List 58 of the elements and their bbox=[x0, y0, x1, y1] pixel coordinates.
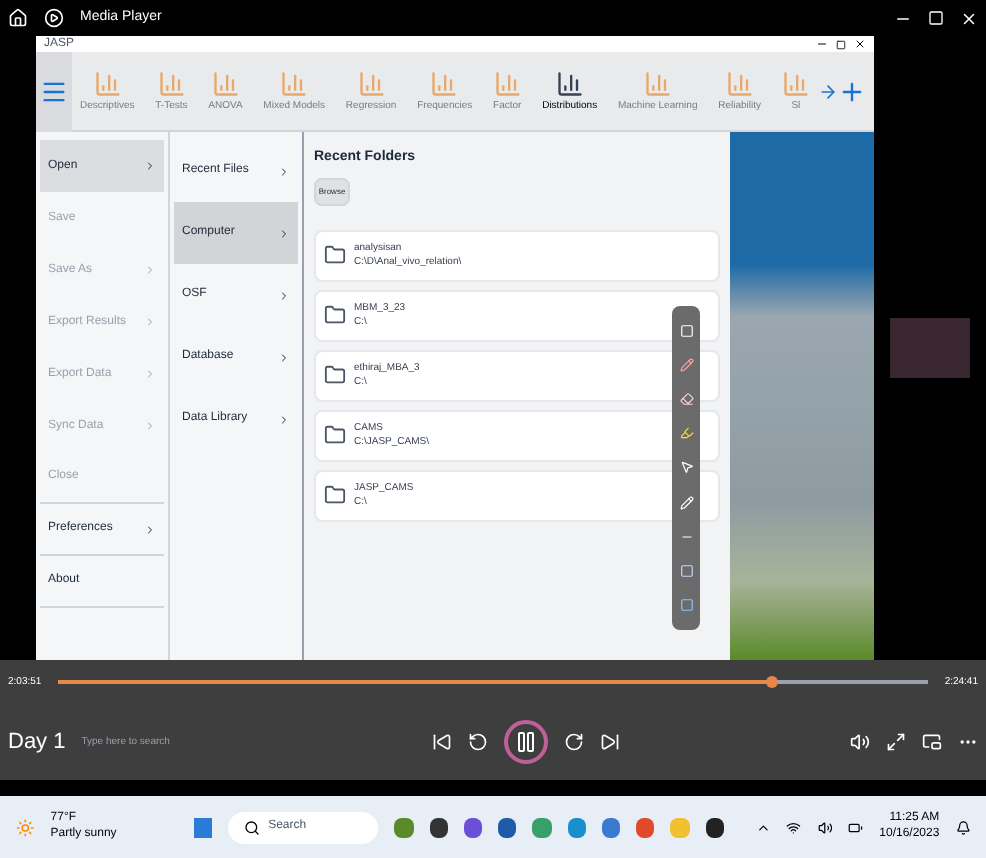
folder-icon bbox=[324, 304, 346, 326]
chart-icon bbox=[781, 70, 810, 98]
folder-icon bbox=[324, 244, 346, 266]
pause-icon bbox=[513, 730, 538, 755]
chart-icon bbox=[555, 70, 584, 98]
highlighter-icon[interactable] bbox=[679, 426, 693, 441]
volume-icon[interactable] bbox=[850, 732, 870, 753]
chevron-right-icon bbox=[278, 165, 290, 177]
previous-icon[interactable] bbox=[431, 732, 452, 753]
forward-icon[interactable] bbox=[563, 732, 584, 753]
arrow-right-icon[interactable] bbox=[818, 81, 838, 101]
chevron-up-icon[interactable] bbox=[756, 819, 771, 835]
chevron-right-icon bbox=[278, 351, 290, 363]
screen-icon[interactable] bbox=[679, 597, 693, 612]
pointer-icon[interactable] bbox=[679, 460, 693, 475]
battery-icon[interactable] bbox=[848, 819, 864, 835]
pen-icon[interactable] bbox=[679, 358, 693, 373]
chart-icon bbox=[643, 70, 672, 98]
chart-icon bbox=[157, 70, 186, 98]
next-icon[interactable] bbox=[599, 732, 620, 753]
home-icon[interactable] bbox=[8, 8, 28, 28]
chevron-right-icon bbox=[278, 289, 290, 301]
notification-icon[interactable] bbox=[955, 819, 971, 835]
square-icon[interactable] bbox=[679, 324, 693, 339]
close-icon[interactable] bbox=[854, 38, 866, 50]
chart-icon bbox=[725, 70, 754, 98]
folder-icon bbox=[324, 484, 346, 506]
chart-icon bbox=[280, 70, 309, 98]
folder-icon bbox=[324, 364, 346, 386]
seek-thumb[interactable] bbox=[765, 676, 778, 689]
chart-icon bbox=[357, 70, 386, 98]
folder-icon bbox=[324, 424, 346, 446]
player-logo-icon bbox=[44, 8, 64, 28]
volume-icon[interactable] bbox=[817, 819, 833, 835]
chevron-right-icon bbox=[278, 227, 290, 239]
maximize-icon[interactable] bbox=[836, 39, 846, 49]
pencil-icon[interactable] bbox=[679, 495, 693, 510]
seek-bar[interactable] bbox=[57, 680, 929, 685]
search-icon bbox=[244, 819, 261, 835]
menu-button[interactable] bbox=[36, 51, 72, 131]
rewind-icon[interactable] bbox=[467, 732, 488, 753]
weather-icon bbox=[16, 817, 35, 837]
wifi-icon[interactable] bbox=[786, 819, 802, 835]
start-icon[interactable] bbox=[193, 817, 213, 837]
plus-icon[interactable] bbox=[838, 77, 866, 105]
eraser-icon[interactable] bbox=[679, 392, 693, 407]
chart-icon bbox=[430, 70, 459, 98]
mini-player-icon[interactable] bbox=[922, 732, 942, 753]
chart-icon bbox=[493, 70, 522, 98]
video-thumbnail bbox=[890, 318, 970, 378]
chart-icon bbox=[211, 70, 240, 98]
screen-icon[interactable] bbox=[679, 563, 693, 578]
chevron-right-icon bbox=[278, 413, 290, 425]
fullscreen-icon[interactable] bbox=[886, 732, 906, 753]
pause-button[interactable] bbox=[503, 720, 548, 765]
menu-icon[interactable] bbox=[40, 77, 68, 105]
chart-icon bbox=[93, 70, 122, 98]
video-title: Day 1 bbox=[8, 728, 66, 759]
